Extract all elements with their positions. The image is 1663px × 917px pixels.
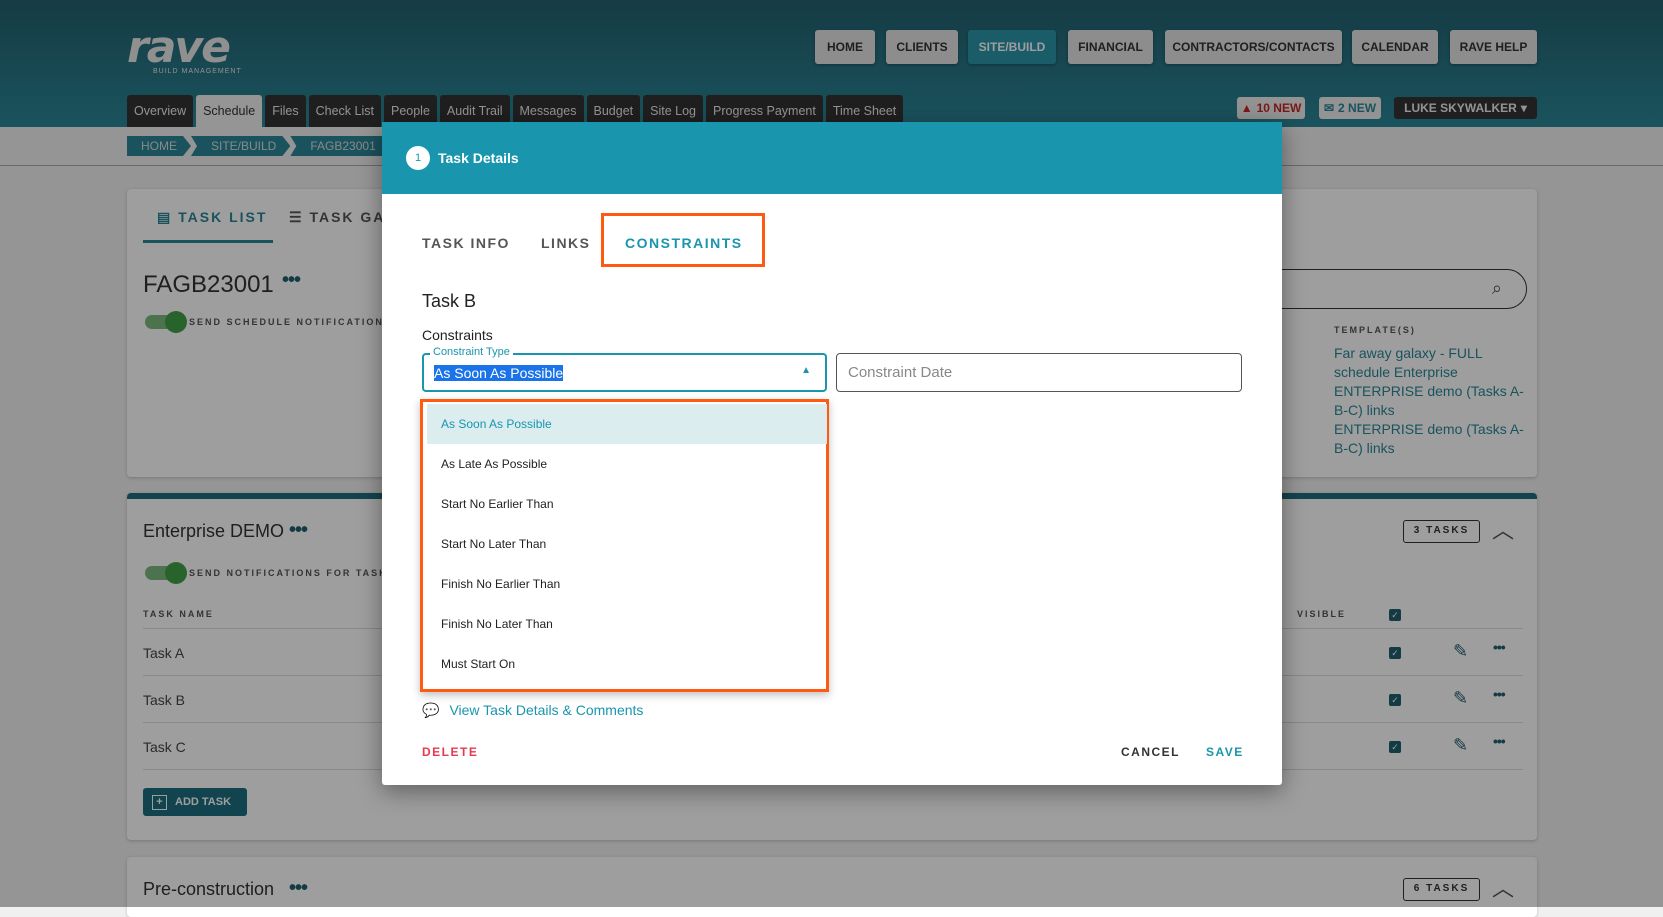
option-start-no-earlier-than[interactable]: Start No Earlier Than xyxy=(427,484,827,524)
constraint-date-input[interactable]: Constraint Date xyxy=(836,353,1242,392)
option-must-start-on[interactable]: Must Start On xyxy=(427,644,827,684)
task-name: Task B xyxy=(422,291,477,311)
tab-links[interactable]: LINKS xyxy=(541,235,591,251)
dialog-title: Task Details xyxy=(438,150,519,166)
dialog-header: 1 Task Details xyxy=(382,122,1282,194)
option-as-late-as-possible[interactable]: As Late As Possible xyxy=(427,444,827,484)
step-indicator: 1 xyxy=(406,146,430,170)
task-details-dialog: 1 Task Details TASK INFO LINKS CONSTRAIN… xyxy=(382,122,1282,785)
constraint-type-select[interactable]: Constraint Type As Soon As Possible ▲ xyxy=(422,346,827,392)
option-finish-no-later-than[interactable]: Finish No Later Than xyxy=(427,604,827,644)
constraint-type-label: Constraint Type xyxy=(430,346,513,358)
caret-up-icon[interactable]: ▲ xyxy=(801,365,811,376)
delete-button[interactable]: DELETE xyxy=(422,745,478,759)
tab-constraints[interactable]: CONSTRAINTS xyxy=(625,235,743,251)
comment-icon: 💬 xyxy=(422,702,440,718)
save-button[interactable]: SAVE xyxy=(1206,745,1244,759)
view-comments-link[interactable]: 💬 View Task Details & Comments xyxy=(422,702,643,719)
option-finish-no-earlier-than[interactable]: Finish No Earlier Than xyxy=(427,564,827,604)
option-as-soon-as-possible[interactable]: As Soon As Possible xyxy=(427,404,827,444)
cancel-button[interactable]: CANCEL xyxy=(1121,745,1180,759)
constraint-type-dropdown: As Soon As Possible As Late As Possible … xyxy=(420,399,829,692)
option-start-no-later-than[interactable]: Start No Later Than xyxy=(427,524,827,564)
tab-task-info[interactable]: TASK INFO xyxy=(422,235,510,251)
constraints-heading: Constraints xyxy=(422,327,493,343)
date-placeholder: Constraint Date xyxy=(848,364,953,381)
constraint-type-value: As Soon As Possible xyxy=(434,365,564,381)
